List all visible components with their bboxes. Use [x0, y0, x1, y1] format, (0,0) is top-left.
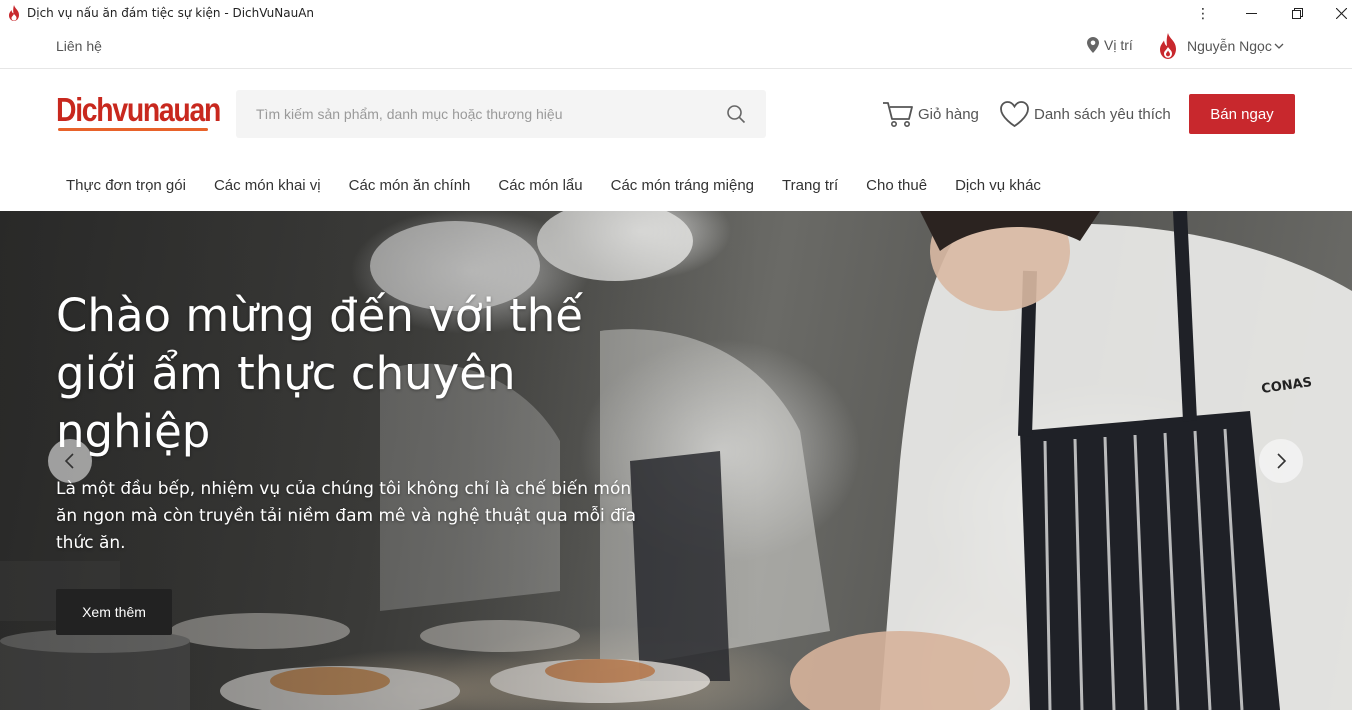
category-decoration[interactable]: Trang trí: [768, 177, 852, 194]
category-rental[interactable]: Cho thuê: [852, 177, 941, 194]
location-label: Vị trí: [1104, 37, 1133, 53]
minimize-icon: [1245, 12, 1257, 14]
category-other-services[interactable]: Dịch vụ khác: [941, 177, 1055, 194]
hero-banner: CONAS Chào mừng đến với thế giới ẩm thực…: [0, 211, 1352, 710]
category-nav: Thực đơn trọn gói Các món khai vị Các mó…: [0, 160, 1352, 211]
user-menu[interactable]: Nguyễn Ngọc: [1157, 33, 1284, 59]
category-appetizers[interactable]: Các món khai vị: [200, 177, 335, 194]
site-logo[interactable]: Dichvunauan: [56, 90, 221, 136]
minimize-button[interactable]: [1228, 0, 1274, 26]
cart-label: Giỏ hàng: [918, 105, 979, 123]
window-title: Dịch vụ nấu ăn đám tiệc sự kiện - DichVu…: [27, 6, 315, 20]
chevron-right-icon: [1277, 453, 1287, 469]
learn-more-button[interactable]: Xem thêm: [56, 589, 172, 635]
more-options-icon[interactable]: ⋮: [1180, 0, 1226, 26]
hero-title: Chào mừng đến với thế giới ẩm thực chuyê…: [56, 289, 583, 458]
cart-link[interactable]: Giỏ hàng: [882, 100, 979, 128]
user-avatar-flame-icon: [1160, 33, 1176, 59]
wishlist-label: Danh sách yêu thích: [1034, 105, 1171, 123]
slider-next-button[interactable]: [1259, 439, 1303, 483]
chevron-down-icon: [1274, 43, 1284, 49]
location-link[interactable]: Vị trí: [1087, 37, 1133, 53]
user-name: Nguyễn Ngọc: [1187, 38, 1272, 54]
category-combo-menu[interactable]: Thực đơn trọn gói: [52, 177, 200, 194]
site-header: Dichvunauan Giỏ hàng Danh sách yêu thích…: [0, 70, 1352, 160]
map-pin-icon: [1087, 37, 1099, 53]
category-main-dishes[interactable]: Các món ăn chính: [335, 177, 485, 194]
search-input[interactable]: [236, 90, 706, 138]
logo-underline: [58, 128, 208, 131]
window-titlebar: Dịch vụ nấu ăn đám tiệc sự kiện - DichVu…: [0, 0, 1352, 26]
slider-prev-button[interactable]: [48, 439, 92, 483]
search-icon[interactable]: [726, 104, 746, 124]
sell-now-button[interactable]: Bán ngay: [1189, 94, 1295, 134]
top-utility-bar: Liên hệ Vị trí Nguyễn Ngọc: [0, 26, 1352, 69]
category-hotpot[interactable]: Các món lẩu: [484, 177, 596, 194]
contact-link[interactable]: Liên hệ: [56, 38, 102, 54]
close-button[interactable]: [1318, 0, 1352, 26]
hero-description: Là một đầu bếp, nhiệm vụ của chúng tôi k…: [56, 479, 637, 553]
flame-icon: [9, 5, 19, 21]
cart-icon: [883, 102, 913, 127]
close-icon: [1335, 7, 1347, 19]
maximize-button[interactable]: [1274, 0, 1320, 26]
heart-icon: [1000, 101, 1029, 128]
restore-icon: [1291, 7, 1303, 19]
search-bar: [236, 90, 766, 138]
logo-text: Dichvunauan: [56, 91, 221, 128]
chevron-left-icon: [64, 453, 74, 469]
category-desserts[interactable]: Các món tráng miệng: [597, 177, 768, 194]
wishlist-link[interactable]: Danh sách yêu thích: [999, 100, 1171, 128]
